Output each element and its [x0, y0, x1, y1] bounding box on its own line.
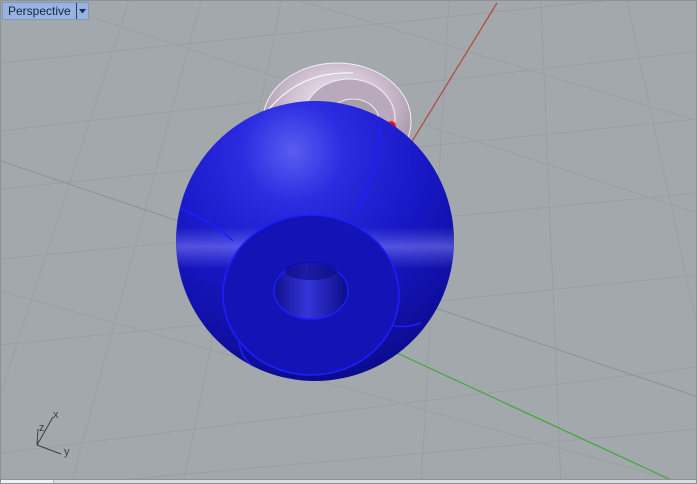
axes-gizmo: x y z [31, 407, 81, 459]
world-x-axis [410, 2, 498, 144]
y-axis-label: y [64, 446, 70, 458]
world-y-axis [396, 352, 670, 480]
sphere-object[interactable] [176, 101, 454, 381]
viewport-tab[interactable] [1, 480, 54, 483]
scene-canvas[interactable] [1, 1, 697, 484]
viewport-tabs-strip [1, 479, 696, 483]
viewport-title-tab[interactable]: Perspective [2, 2, 89, 20]
z-axis-label: z [39, 422, 45, 434]
dropdown-arrow-icon[interactable] [75, 3, 88, 19]
viewport-title[interactable]: Perspective [3, 3, 76, 19]
perspective-viewport[interactable]: Perspective x y z [0, 0, 697, 484]
x-axis-label: x [53, 409, 59, 421]
